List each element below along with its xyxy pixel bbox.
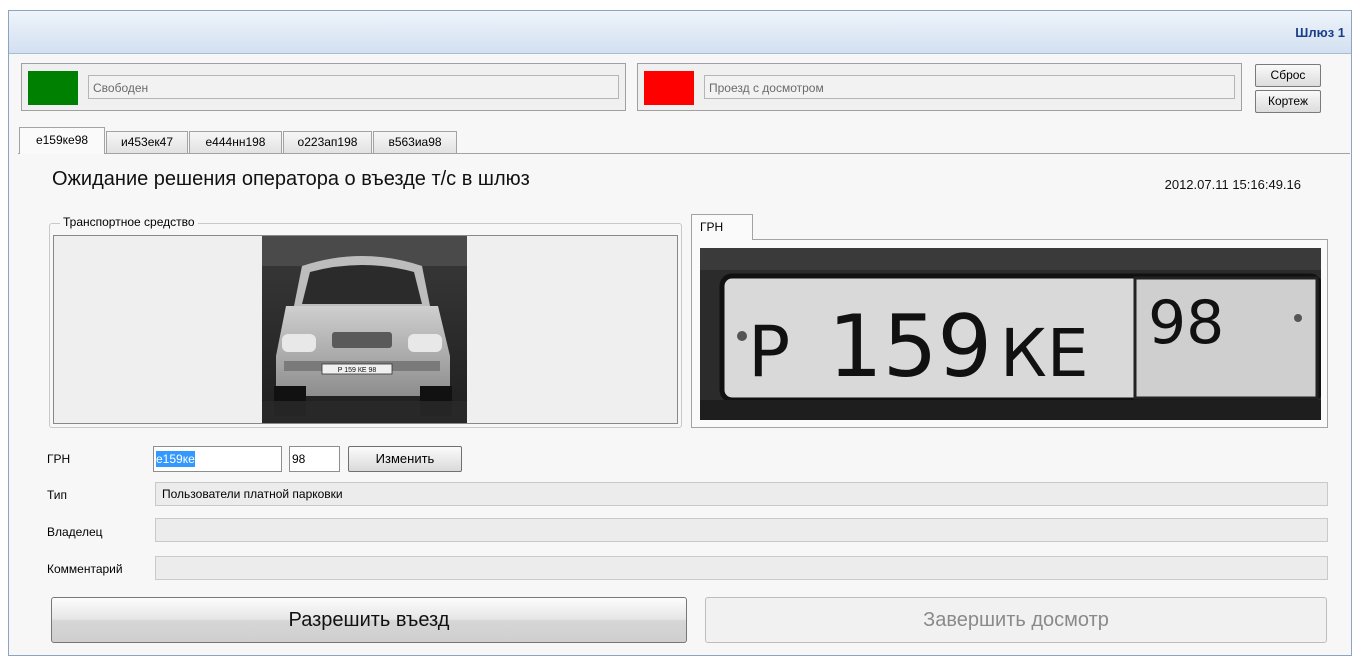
tab-plate-4[interactable]: о223ап198 (283, 131, 372, 153)
page-heading: Ожидание решения оператора о въезде т/с … (52, 168, 530, 190)
grn-tab[interactable]: ГРН (691, 214, 753, 240)
status-text-occupancy: Свободен (88, 75, 619, 99)
type-field: Пользователи платной парковки (155, 482, 1328, 506)
tab-plate-5[interactable]: в563иа98 (373, 131, 457, 153)
status-panel-occupancy: Свободен (21, 63, 626, 111)
finish-inspection-button[interactable]: Завершить досмотр (705, 597, 1327, 643)
plate-image: P 159 КЕ 98 (700, 248, 1321, 420)
owner-field (155, 518, 1328, 542)
car-plate-small-text: P 159 КЕ 98 (338, 367, 377, 374)
status-text-mode: Проезд с досмотром (704, 75, 1235, 99)
plate-region: 98 (1148, 288, 1224, 358)
tab-plate-3[interactable]: е444нн198 (189, 131, 282, 153)
status-panel-mode: Проезд с досмотром (637, 63, 1242, 111)
plate-letters: КЕ (1000, 315, 1089, 392)
grn-label: ГРН (47, 452, 71, 466)
plate-letter-1: P (748, 311, 790, 393)
event-timestamp: 2012.07.11 15:16:49.16 (1164, 177, 1301, 192)
grn-input[interactable]: е159ке (153, 446, 282, 472)
window-title: Шлюз 1 (1295, 25, 1345, 40)
tab-plate-2[interactable]: и453ек47 (106, 131, 188, 153)
region-input[interactable]: 98 (289, 446, 340, 472)
status-indicator-green (28, 71, 78, 105)
vehicle-photo: P 159 КЕ 98 (262, 236, 467, 423)
comment-label: Комментарий (47, 562, 123, 576)
tab-plate-1[interactable]: е159ке98 (19, 127, 105, 154)
status-indicator-red (644, 71, 694, 105)
title-bar: Шлюз 1 (9, 11, 1351, 54)
owner-label: Владелец (47, 525, 103, 539)
cortege-button[interactable]: Кортеж (1255, 90, 1321, 113)
grn-input-value: е159ке (156, 451, 195, 467)
change-button[interactable]: Изменить (348, 446, 462, 472)
comment-field (155, 556, 1328, 580)
vehicle-group-label: Транспортное средство (60, 215, 198, 229)
type-label: Тип (47, 488, 68, 502)
plate-number: 159 (828, 297, 992, 397)
allow-entry-button[interactable]: Разрешить въезд (51, 597, 687, 643)
reset-button[interactable]: Сброс (1255, 64, 1321, 87)
